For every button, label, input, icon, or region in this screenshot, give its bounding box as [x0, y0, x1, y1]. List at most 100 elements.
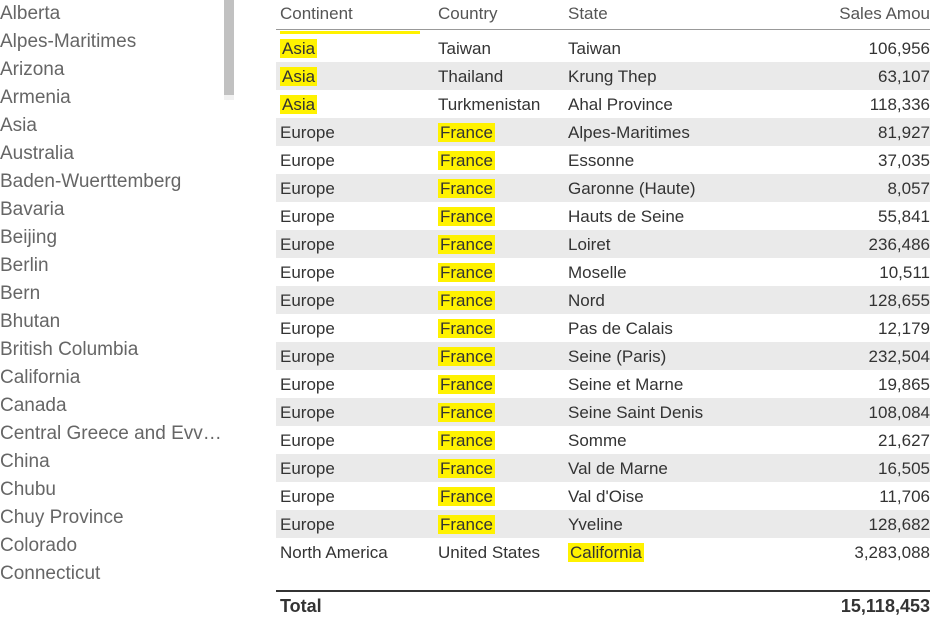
table-row[interactable]: EuropeFrancePas de Calais12,179	[276, 314, 930, 342]
slicer-item[interactable]: Colorado	[0, 532, 240, 560]
cell-continent: North America	[276, 539, 436, 566]
slicer-item[interactable]: Bhutan	[0, 308, 240, 336]
table-row[interactable]: AsiaTaiwanTaiwan106,956	[276, 34, 930, 62]
cell-continent: Europe	[276, 455, 436, 482]
cell-state: Somme	[566, 427, 766, 454]
slicer-item[interactable]: China	[0, 448, 240, 476]
table-row[interactable]: EuropeFranceSeine et Marne19,865	[276, 370, 930, 398]
slicer-item[interactable]: Central Greece and Evv…	[0, 420, 240, 448]
cell-sales-amount: 55,841	[766, 203, 930, 230]
cell-state: Moselle	[566, 259, 766, 286]
cell-sales-amount: 108,084	[766, 399, 930, 426]
cell-sales-amount: 232,504	[766, 343, 930, 370]
cell-country: France	[436, 343, 566, 370]
table-row[interactable]: EuropeFranceAlpes-Maritimes81,927	[276, 118, 930, 146]
cell-state: Alpes-Maritimes	[566, 119, 766, 146]
cell-sales-amount: 128,682	[766, 511, 930, 538]
cell-country: France	[436, 511, 566, 538]
cell-state: Krung Thep	[566, 63, 766, 90]
header-continent[interactable]: Continent	[276, 0, 436, 27]
cell-country: United States	[436, 539, 566, 566]
slicer-item[interactable]: Connecticut	[0, 560, 240, 588]
table-row[interactable]: AsiaTurkmenistanAhal Province118,336	[276, 90, 930, 118]
cell-country: Turkmenistan	[436, 91, 566, 118]
slicer-item[interactable]: Arizona	[0, 56, 240, 84]
slicer-item[interactable]: Bavaria	[0, 196, 240, 224]
slicer-item[interactable]: Beijing	[0, 224, 240, 252]
cell-state: California	[566, 539, 766, 566]
cell-state: Seine et Marne	[566, 371, 766, 398]
cell-continent: Europe	[276, 147, 436, 174]
cell-sales-amount: 21,627	[766, 427, 930, 454]
table-row[interactable]: EuropeFranceVal de Marne16,505	[276, 454, 930, 482]
slicer-item[interactable]: Bern	[0, 280, 240, 308]
cell-sales-amount: 81,927	[766, 119, 930, 146]
cell-state: Val d'Oise	[566, 483, 766, 510]
cell-sales-amount: 128,655	[766, 287, 930, 314]
slicer-item[interactable]: Asia	[0, 112, 240, 140]
cell-country: France	[436, 315, 566, 342]
cell-continent: Europe	[276, 371, 436, 398]
total-label: Total	[276, 593, 436, 620]
cell-continent: Europe	[276, 231, 436, 258]
total-row: Total 15,118,453	[276, 590, 930, 620]
cell-state: Seine (Paris)	[566, 343, 766, 370]
table-row[interactable]: AsiaThailandKrung Thep63,107	[276, 62, 930, 90]
table-row[interactable]: North AmericaUnited StatesCalifornia3,28…	[276, 538, 930, 566]
cell-continent: Europe	[276, 119, 436, 146]
table-row[interactable]: EuropeFranceVal d'Oise11,706	[276, 482, 930, 510]
table-row[interactable]: EuropeFranceLoiret236,486	[276, 230, 930, 258]
cell-state: Ahal Province	[566, 91, 766, 118]
cell-sales-amount: 19,865	[766, 371, 930, 398]
cell-country: France	[436, 203, 566, 230]
table-row[interactable]: EuropeFranceNord128,655	[276, 286, 930, 314]
slicer-item[interactable]: Canada	[0, 392, 240, 420]
cell-state: Loiret	[566, 231, 766, 258]
slicer-panel: AlbertaAlpes-MaritimesArizonaArmeniaAsia…	[0, 0, 240, 620]
table-row[interactable]: EuropeFranceSomme21,627	[276, 426, 930, 454]
slicer-item[interactable]: Alpes-Maritimes	[0, 28, 240, 56]
cell-sales-amount: 63,107	[766, 63, 930, 90]
slicer-item[interactable]: British Columbia	[0, 336, 240, 364]
header-country[interactable]: Country	[436, 0, 566, 27]
cell-continent: Asia	[276, 63, 436, 90]
cell-state: Val de Marne	[566, 455, 766, 482]
table-body: AsiaTaiwanTaiwan106,956AsiaThailandKrung…	[276, 34, 930, 590]
slicer-item[interactable]: Chuy Province	[0, 504, 240, 532]
cell-sales-amount: 236,486	[766, 231, 930, 258]
header-state[interactable]: State	[566, 0, 766, 27]
cell-sales-amount: 16,505	[766, 455, 930, 482]
cell-continent: Asia	[276, 91, 436, 118]
cell-sales-amount: 118,336	[766, 91, 930, 118]
cell-country: France	[436, 231, 566, 258]
cell-continent: Europe	[276, 511, 436, 538]
scrollbar-thumb[interactable]	[224, 0, 234, 95]
table-row[interactable]: EuropeFranceYveline128,682	[276, 510, 930, 538]
cell-continent: Europe	[276, 175, 436, 202]
total-value: 15,118,453	[766, 593, 930, 620]
cell-state: Seine Saint Denis	[566, 399, 766, 426]
slicer-item[interactable]: Armenia	[0, 84, 240, 112]
slicer-item[interactable]: Alberta	[0, 0, 240, 28]
cell-sales-amount: 12,179	[766, 315, 930, 342]
table-row[interactable]: EuropeFranceHauts de Seine55,841	[276, 202, 930, 230]
cell-sales-amount: 3,283,088	[766, 539, 930, 566]
header-sales-amount[interactable]: Sales Amou	[766, 0, 930, 27]
cell-continent: Europe	[276, 203, 436, 230]
slicer-item[interactable]: Berlin	[0, 252, 240, 280]
table-visual: Continent Country State Sales Amou AsiaT…	[240, 0, 930, 620]
cell-country: France	[436, 371, 566, 398]
slicer-item[interactable]: Australia	[0, 140, 240, 168]
cell-state: Essonne	[566, 147, 766, 174]
cell-state: Pas de Calais	[566, 315, 766, 342]
cell-country: France	[436, 455, 566, 482]
cell-continent: Europe	[276, 427, 436, 454]
table-row[interactable]: EuropeFranceSeine Saint Denis108,084	[276, 398, 930, 426]
slicer-item[interactable]: California	[0, 364, 240, 392]
table-row[interactable]: EuropeFranceSeine (Paris)232,504	[276, 342, 930, 370]
slicer-item[interactable]: Baden-Wuerttemberg	[0, 168, 240, 196]
slicer-item[interactable]: Chubu	[0, 476, 240, 504]
table-row[interactable]: EuropeFranceMoselle10,511	[276, 258, 930, 286]
table-row[interactable]: EuropeFranceEssonne37,035	[276, 146, 930, 174]
table-row[interactable]: EuropeFranceGaronne (Haute)8,057	[276, 174, 930, 202]
